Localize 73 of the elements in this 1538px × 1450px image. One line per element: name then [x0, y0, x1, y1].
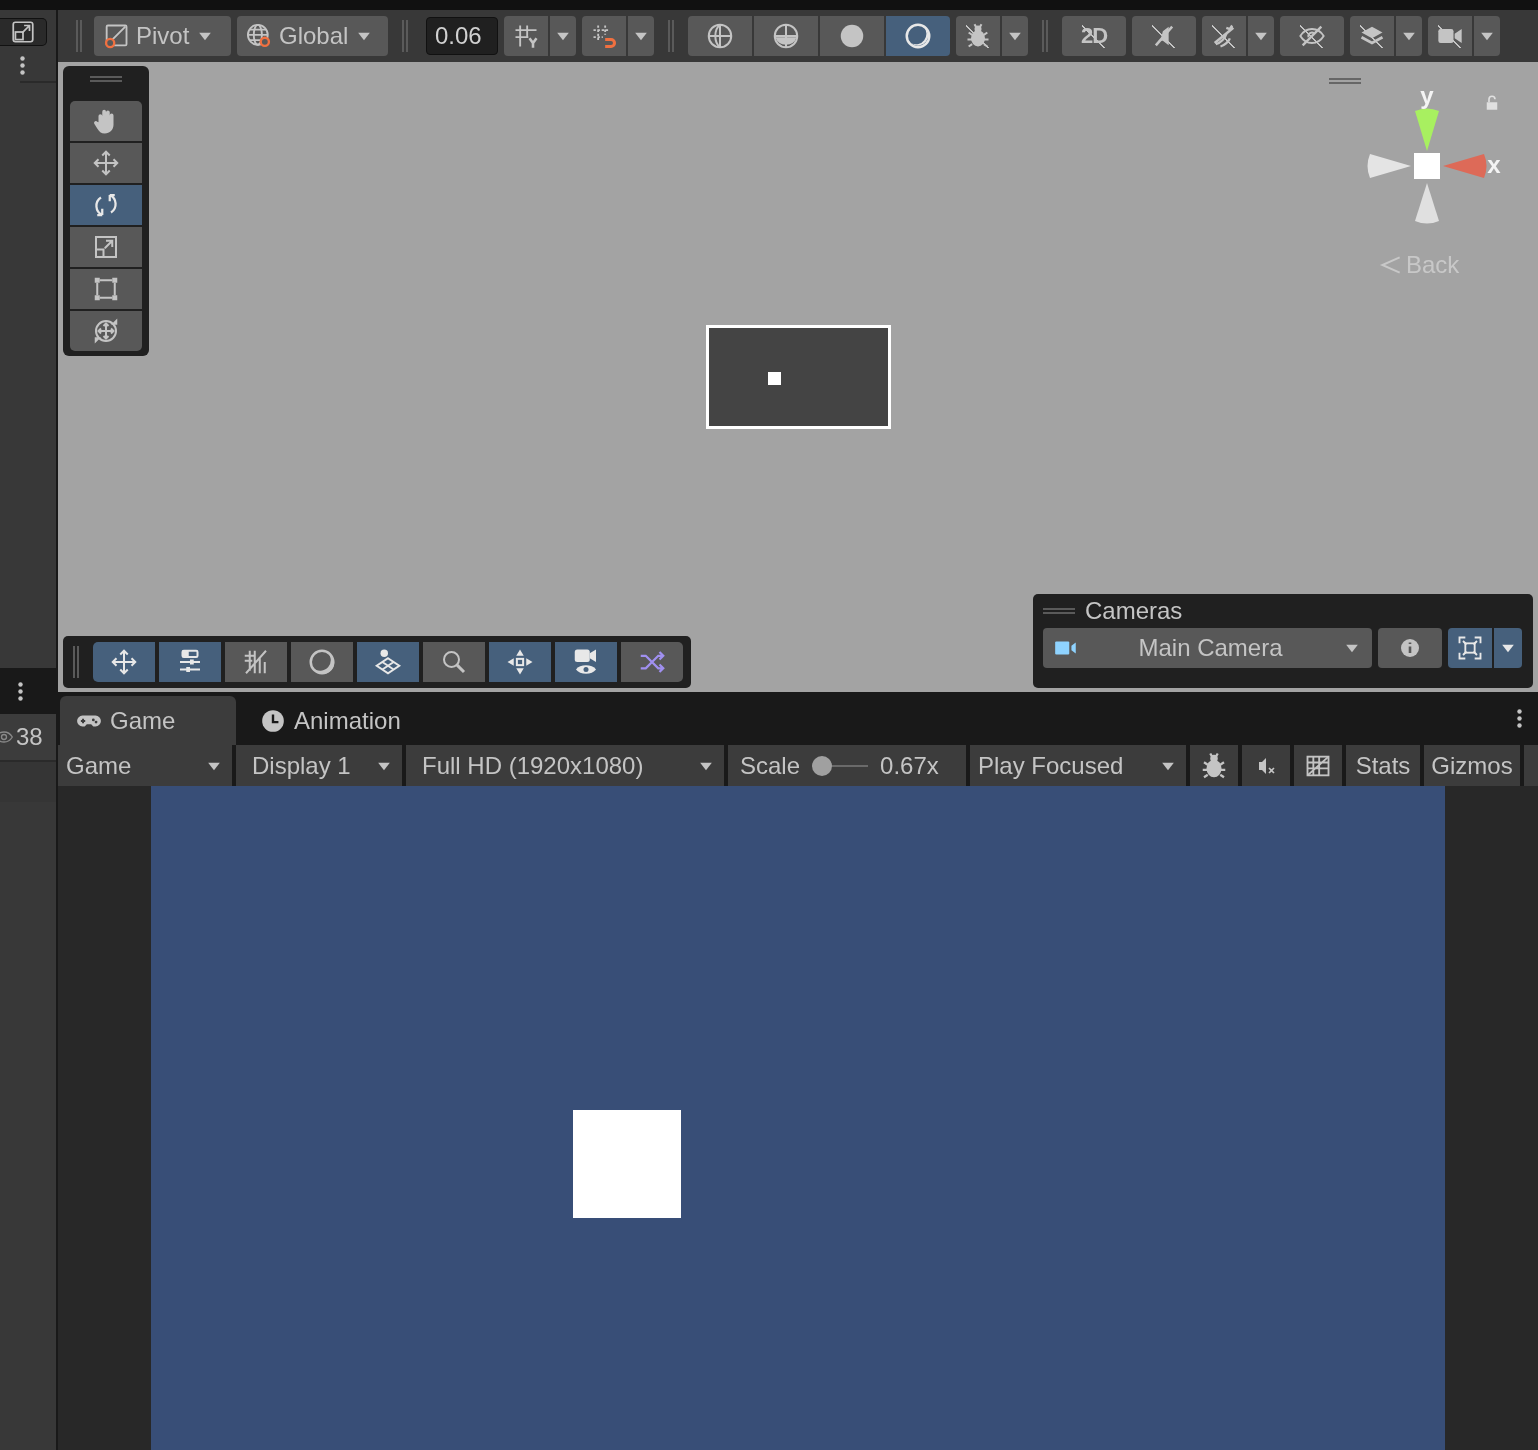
visible-count: 38	[16, 723, 43, 751]
grip-handle[interactable]	[1329, 78, 1361, 84]
pivot-icon	[102, 22, 130, 50]
tool-button[interactable]	[70, 227, 142, 267]
grip-handle[interactable]	[76, 20, 82, 52]
overlay-button[interactable]	[489, 642, 551, 682]
audio-button[interactable]	[1132, 16, 1196, 56]
pivot-dropdown[interactable]: Pivot	[94, 16, 231, 56]
grip-handle[interactable]	[73, 646, 79, 678]
dropdown-button[interactable]	[1002, 16, 1028, 56]
grip-handle[interactable]	[1043, 608, 1075, 614]
wireframe-sphere-icon	[705, 21, 735, 51]
overlay-button[interactable]	[621, 642, 683, 682]
overlay-button[interactable]	[93, 642, 155, 682]
dropdown-button[interactable]	[1248, 16, 1274, 56]
gizmo-debug-button[interactable]	[956, 16, 1000, 56]
popout-icon	[10, 19, 36, 45]
overlay-button[interactable]	[159, 642, 221, 682]
move-arrows-icon	[91, 148, 121, 178]
visibility-button[interactable]	[1280, 16, 1344, 56]
overlay-button[interactable]	[555, 642, 617, 682]
plane-icon	[373, 647, 403, 677]
clock-icon	[260, 707, 286, 734]
slider-thumb[interactable]	[812, 755, 833, 776]
object-pivot	[768, 372, 781, 385]
effects-button[interactable]	[1202, 16, 1246, 56]
layers-button[interactable]	[1350, 16, 1394, 56]
camera-button[interactable]	[1428, 16, 1472, 56]
dropdown-button[interactable]	[1494, 628, 1522, 668]
snap-button[interactable]	[582, 16, 626, 56]
dropdown-button[interactable]	[550, 16, 576, 56]
axis-label: y	[1420, 84, 1434, 109]
overlay-button[interactable]	[423, 642, 485, 682]
info-icon	[1398, 636, 1422, 660]
draw-mode-button[interactable]	[754, 16, 818, 56]
scale-label: Scale	[740, 751, 801, 780]
overlay-button[interactable]	[291, 642, 353, 682]
more-icon	[1517, 709, 1522, 728]
dropdown-button[interactable]	[628, 16, 654, 56]
overlay-button[interactable]	[225, 642, 287, 682]
snap-button[interactable]	[504, 16, 548, 56]
camera-dropdown[interactable]: Main Camera	[1043, 628, 1372, 668]
move-arrows-icon	[109, 647, 139, 677]
tool-button[interactable]	[70, 269, 142, 309]
half-shaded-sphere-icon	[771, 21, 801, 51]
axis-label: x	[1487, 151, 1501, 178]
dropdown-button[interactable]	[1396, 16, 1422, 56]
popout-button[interactable]	[0, 18, 47, 46]
info-button[interactable]	[1378, 628, 1442, 668]
crescent-icon	[307, 647, 337, 677]
tool-button[interactable]	[70, 101, 142, 141]
tool-button[interactable]	[70, 143, 142, 183]
scale-value: 0.67x	[880, 751, 939, 780]
dropdown-button[interactable]	[1474, 16, 1500, 56]
tab[interactable]: Animation	[244, 696, 434, 745]
globe-icon	[245, 22, 273, 50]
snap-field[interactable]: 0.06	[426, 17, 498, 55]
overlay-title: Cameras	[1085, 597, 1183, 625]
tool-button[interactable]	[70, 311, 142, 351]
draw-mode-button[interactable]	[688, 16, 752, 56]
frame-button[interactable]	[1448, 628, 1492, 668]
tool-button[interactable]	[70, 185, 142, 225]
frame-icon	[1456, 634, 1484, 662]
draw-mode-button[interactable]	[820, 16, 884, 56]
node-arrows-icon	[505, 647, 535, 677]
crescent-icon	[903, 21, 933, 51]
draw-mode-button[interactable]	[886, 16, 950, 56]
grip-handle[interactable]	[90, 76, 122, 82]
overlay-button[interactable]	[357, 642, 419, 682]
tab[interactable]: Game	[60, 696, 236, 745]
more-icon	[20, 56, 25, 75]
space-dropdown[interactable]: Global	[237, 16, 388, 56]
more-icon	[18, 681, 23, 701]
